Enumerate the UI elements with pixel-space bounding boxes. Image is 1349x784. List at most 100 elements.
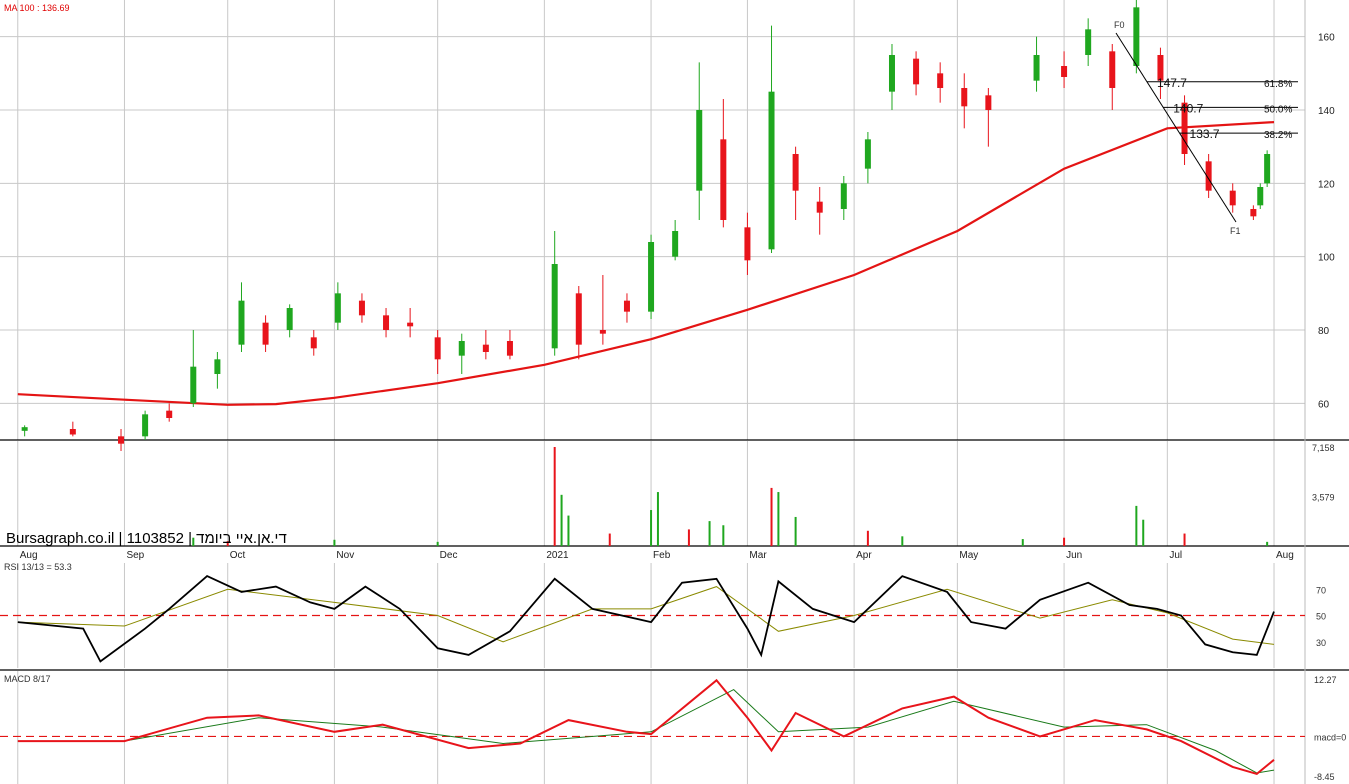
candle-body: [1085, 29, 1092, 55]
volume-bar: [567, 515, 570, 546]
x-tick-label: May: [959, 550, 978, 561]
volume-bar: [770, 487, 773, 546]
watermark: Bursagraph.co.il | 1103852 | די.אן.איי ב…: [6, 530, 287, 547]
candle-body: [238, 300, 245, 345]
candle-body: [937, 73, 944, 88]
stock-chart: 60 80 100 120 140 160 F0 F1 147.7 61.8% 140.7 50.0%…: [0, 0, 1349, 784]
candle-body: [1229, 190, 1236, 206]
x-tick-label: Aug: [20, 550, 38, 561]
candle-body: [506, 341, 513, 356]
volume-bar: [1183, 533, 1186, 546]
candle-body: [768, 91, 775, 250]
rsi-label: RSI 13/13 = 53.3: [4, 562, 72, 572]
ma-label: MA 100 : 136.69: [4, 3, 70, 13]
candle-body: [310, 337, 317, 349]
candle-body: [1250, 209, 1257, 217]
volume-bar: [722, 525, 725, 546]
price-tick-label: 60: [1318, 399, 1330, 410]
candle-body: [1257, 187, 1264, 206]
volume-bar: [1266, 541, 1269, 546]
volume-bar: [553, 447, 556, 546]
candle-body: [648, 242, 655, 312]
volume-tick-label: 7,158: [1312, 443, 1335, 453]
rsi-tick-label: 30: [1316, 638, 1326, 648]
macd-tick-label: macd=0: [1314, 732, 1346, 742]
candle-body: [672, 231, 679, 257]
fib-level-value: 147.7: [1157, 76, 1187, 90]
candle-body: [1133, 7, 1140, 67]
volume-bar: [333, 539, 336, 546]
candle-body: [985, 95, 992, 110]
candle-body: [840, 183, 847, 209]
candle-body: [286, 308, 293, 330]
price-tick-label: 120: [1318, 179, 1335, 190]
fib-level-pct: 50.0%: [1264, 104, 1292, 115]
candle-body: [334, 293, 341, 323]
fib-level-pct: 38.2%: [1264, 130, 1292, 141]
volume-bar: [1063, 537, 1066, 546]
x-tick-label: Jul: [1169, 550, 1182, 561]
candle-body: [458, 341, 465, 356]
volume-bar: [1021, 539, 1024, 546]
price-tick-label: 160: [1318, 33, 1335, 44]
candle-body: [888, 55, 895, 92]
x-tick-label: Jun: [1066, 550, 1082, 561]
candle-body: [864, 139, 871, 169]
x-tick-label: Oct: [230, 550, 246, 561]
fib-level-value: 133.7: [1190, 127, 1220, 141]
candle-body: [599, 330, 606, 334]
candle-body: [696, 110, 703, 191]
candle-body: [383, 315, 390, 330]
candle-body: [623, 300, 630, 312]
fib-level-value: 140.7: [1173, 101, 1203, 115]
x-tick-label: Aug: [1276, 550, 1294, 561]
price-tick-label: 100: [1318, 253, 1335, 264]
volume-bar: [687, 529, 690, 546]
rsi-tick-label: 70: [1316, 585, 1326, 595]
candle-body: [1061, 66, 1068, 77]
fib-level-pct: 61.8%: [1264, 79, 1292, 90]
candle-body: [961, 88, 968, 107]
candle-body: [407, 322, 414, 327]
x-tick-label: Sep: [126, 550, 144, 561]
fib-start-label: F0: [1114, 20, 1125, 30]
x-tick-label: Mar: [749, 550, 767, 561]
volume-bar: [650, 510, 653, 546]
candle-body: [1033, 55, 1040, 81]
candle-body: [913, 58, 920, 85]
volume-bar: [794, 516, 797, 546]
macd-tick-label: 12.27: [1314, 675, 1337, 685]
candle-body: [1264, 154, 1271, 184]
volume-bar: [656, 492, 659, 546]
rsi-tick-label: 50: [1316, 612, 1326, 622]
candle-body: [21, 427, 28, 431]
candle-body: [262, 322, 269, 345]
macd-label: MACD 8/17: [4, 674, 51, 684]
candle-body: [358, 300, 365, 316]
candle-body: [69, 429, 76, 435]
macd-tick-label: -8.45: [1314, 772, 1335, 782]
volume-bar: [1135, 505, 1138, 546]
candle-body: [551, 264, 558, 349]
candle-body: [744, 227, 751, 261]
volume-bar: [436, 541, 439, 546]
fib-end-label: F1: [1230, 226, 1241, 236]
candle-body: [214, 359, 221, 374]
candle-body: [482, 344, 489, 352]
candle-body: [720, 139, 727, 220]
volume-bar: [777, 492, 780, 546]
x-tick-label: 2021: [546, 550, 569, 561]
x-tick-label: Dec: [440, 550, 458, 561]
candle-body: [166, 410, 173, 418]
candle-body: [190, 366, 197, 404]
candle-body: [1109, 51, 1116, 88]
candle-body: [434, 337, 441, 360]
x-tick-label: Feb: [653, 550, 671, 561]
price-tick-label: 140: [1318, 106, 1335, 117]
x-tick-label: Apr: [856, 550, 872, 561]
volume-bar: [708, 521, 711, 546]
candle-body: [816, 201, 823, 213]
candle-body: [142, 414, 149, 437]
volume-bar: [1142, 519, 1145, 546]
price-tick-label: 80: [1318, 326, 1330, 337]
